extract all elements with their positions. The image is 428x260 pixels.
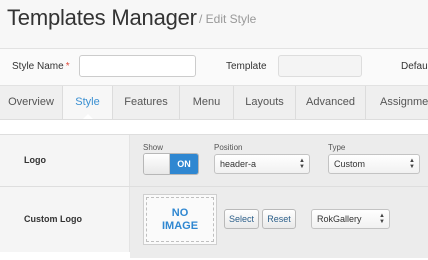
custom-logo-row: Custom Logo NO IMAGE Select Reset RokGal… bbox=[0, 187, 428, 258]
type-label: Type bbox=[328, 143, 346, 152]
select-arrows-icon: ▲ ▼ bbox=[379, 213, 385, 225]
tab-overview[interactable]: Overview bbox=[0, 86, 63, 119]
no-image-text-line1: NO bbox=[171, 207, 189, 219]
style-name-input[interactable] bbox=[79, 55, 196, 77]
custom-logo-row-label: Custom Logo bbox=[0, 187, 130, 252]
page-title: Templates Manager bbox=[7, 5, 197, 30]
tab-layouts[interactable]: Layouts bbox=[234, 86, 296, 119]
tab-advanced[interactable]: Advanced bbox=[296, 86, 366, 119]
show-toggle[interactable]: ON bbox=[143, 153, 199, 175]
custom-logo-row-content: NO IMAGE Select Reset RokGallery ▲ ▼ bbox=[130, 187, 428, 258]
tab-features[interactable]: Features bbox=[113, 86, 180, 119]
select-image-button[interactable]: Select bbox=[224, 209, 259, 229]
tab-style[interactable]: Style bbox=[63, 86, 113, 119]
position-select-value: header-a bbox=[220, 159, 257, 169]
logo-row-label: Logo bbox=[0, 135, 130, 186]
style-fields-bar: Style Name* Template Default bbox=[0, 48, 428, 86]
type-select-value: Custom bbox=[334, 159, 366, 169]
position-select[interactable]: header-a ▲ ▼ bbox=[214, 154, 310, 174]
select-arrows-icon: ▲ ▼ bbox=[409, 158, 415, 170]
logo-row: Logo Show ON Position header-a ▲ ▼ Type C… bbox=[0, 135, 428, 186]
template-label: Template bbox=[226, 61, 267, 72]
toggle-on-label: ON bbox=[170, 154, 198, 174]
toggle-off-handle bbox=[144, 154, 170, 174]
page-subtitle: / Edit Style bbox=[199, 12, 257, 26]
gallery-select-value: RokGallery bbox=[317, 214, 362, 224]
reset-image-button[interactable]: Reset bbox=[262, 209, 296, 229]
no-image-placeholder: NO IMAGE bbox=[146, 197, 214, 242]
required-marker: * bbox=[65, 61, 70, 72]
position-label: Position bbox=[214, 143, 243, 152]
style-name-label: Style Name * bbox=[12, 61, 70, 72]
tab-menu[interactable]: Menu bbox=[180, 86, 234, 119]
style-panel: Logo Show ON Position header-a ▲ ▼ Type C… bbox=[0, 120, 428, 260]
template-input[interactable] bbox=[278, 55, 362, 77]
default-label: Default bbox=[401, 61, 428, 72]
show-label: Show bbox=[143, 143, 164, 152]
type-select[interactable]: Custom ▲ ▼ bbox=[328, 154, 420, 174]
gallery-select[interactable]: RokGallery ▲ ▼ bbox=[311, 209, 390, 229]
no-image-text-line2: IMAGE bbox=[161, 220, 199, 232]
select-arrows-icon: ▲ ▼ bbox=[299, 158, 305, 170]
logo-row-content: Show ON Position header-a ▲ ▼ Type Custom… bbox=[130, 135, 428, 186]
tab-bar: Overview Style Features Menu Layouts Adv… bbox=[0, 86, 428, 120]
logo-image-preview: NO IMAGE bbox=[143, 194, 217, 245]
page-header: Templates Manager / Edit Style bbox=[0, 0, 428, 48]
tab-assignments[interactable]: Assignments bbox=[366, 86, 428, 119]
